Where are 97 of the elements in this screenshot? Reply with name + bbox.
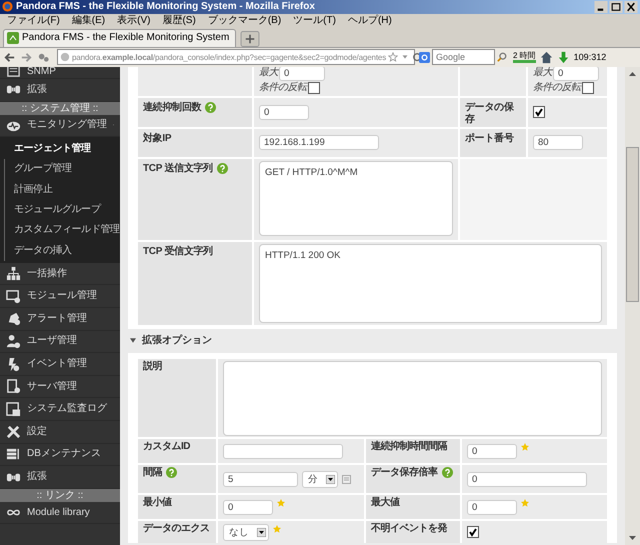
field-label: データのエクス bbox=[143, 522, 210, 535]
menu-item[interactable]: ファイル(F) bbox=[7, 15, 60, 28]
field-label: 間隔 bbox=[143, 466, 162, 479]
sidebar-subitem[interactable]: エージェント管理 bbox=[4, 139, 120, 160]
checkbox[interactable] bbox=[533, 106, 545, 118]
sidebar-subitem[interactable]: グループ管理 bbox=[4, 159, 120, 180]
field-label: 対象IP bbox=[143, 132, 172, 145]
help-icon[interactable] bbox=[442, 466, 452, 478]
sidebar-item[interactable]: Module library bbox=[0, 502, 120, 524]
field-label: 最大 bbox=[533, 67, 552, 80]
sidebar-subitem[interactable]: カスタムフィールド管理 bbox=[4, 220, 120, 241]
sidebar-item[interactable]: 設定 bbox=[0, 421, 120, 444]
sidebar-item[interactable]: アラート管理 bbox=[0, 308, 120, 331]
field-label: TCP 送信文字列 bbox=[143, 162, 213, 175]
field-label: カスタムID bbox=[143, 440, 190, 453]
favicon-icon bbox=[7, 32, 19, 44]
input-field[interactable]: 0 bbox=[467, 472, 587, 487]
menu-item[interactable]: 編集(E) bbox=[72, 15, 106, 28]
triangle-icon bbox=[130, 338, 136, 344]
menu-item[interactable]: 履歴(S) bbox=[162, 15, 196, 28]
help-icon[interactable] bbox=[216, 162, 228, 174]
window-title: Pandora FMS - the Flexible Monitoring System - Mozilla Firefox bbox=[16, 0, 316, 13]
invert-checkbox[interactable] bbox=[308, 82, 320, 94]
field-label: 条件の反転 bbox=[259, 82, 306, 94]
search-field[interactable]: Google bbox=[432, 49, 495, 66]
input-field[interactable]: 5 bbox=[223, 472, 298, 487]
sidebar-section-header: :: リンク :: bbox=[0, 488, 120, 502]
sidebar-item[interactable]: サーバ管理 bbox=[0, 376, 120, 398]
help-icon[interactable] bbox=[166, 466, 177, 478]
hierarchy-icon bbox=[6, 266, 21, 282]
unit-select[interactable]: 分 bbox=[302, 470, 338, 488]
server-icon bbox=[6, 379, 21, 394]
input-field[interactable]: 192.168.1.199 bbox=[259, 135, 379, 150]
sidebar-item[interactable]: ユーザ管理 bbox=[0, 330, 120, 354]
sidebar-item[interactable]: DBメンテナンス bbox=[0, 444, 120, 466]
input-field[interactable]: 0 bbox=[223, 500, 273, 515]
sidebar-section-header: :: システム管理 :: bbox=[0, 102, 120, 114]
field-label: データの保存 bbox=[465, 102, 515, 126]
menu-item[interactable]: ツール(T) bbox=[293, 15, 336, 28]
sidebar-subitem[interactable]: 計画停止 bbox=[4, 180, 120, 200]
search-engine-icon[interactable] bbox=[419, 52, 430, 63]
checkbox[interactable] bbox=[467, 526, 479, 538]
field-label: TCP 受信文字列 bbox=[143, 246, 213, 258]
close-icon[interactable] bbox=[624, 0, 638, 13]
back-icon[interactable] bbox=[3, 50, 16, 64]
field-label: 説明 bbox=[143, 360, 162, 373]
input-field[interactable] bbox=[223, 444, 343, 459]
database-icon bbox=[6, 446, 21, 462]
minimize-icon[interactable] bbox=[594, 0, 608, 13]
export-select[interactable]: なし bbox=[223, 524, 269, 541]
time-badge[interactable]: 2 時間 bbox=[513, 51, 536, 64]
invert-checkbox[interactable] bbox=[582, 82, 594, 94]
field-label: 連続抑制回数 bbox=[143, 102, 202, 114]
home-icon[interactable] bbox=[540, 50, 553, 64]
browser-tab[interactable]: Pandora FMS - the Flexible Monitoring System bbox=[3, 28, 236, 47]
field-label: ポート番号 bbox=[465, 132, 514, 145]
list-icon bbox=[6, 66, 21, 78]
field-label: データ保存倍率 bbox=[371, 466, 438, 479]
field-label: 最小値 bbox=[143, 496, 172, 509]
text-area[interactable]: GET / HTTP/1.0^M^M bbox=[259, 160, 453, 236]
text-area[interactable]: HTTP/1.1 200 OK bbox=[259, 244, 602, 323]
menu-item[interactable]: 表示(V) bbox=[117, 15, 150, 28]
sidebar-item[interactable]: 一括操作 bbox=[0, 262, 120, 286]
field-label: 連続抑制時間間隔 bbox=[371, 440, 447, 453]
sidebar-item[interactable]: イベント管理 bbox=[0, 353, 120, 376]
maximize-icon[interactable] bbox=[609, 0, 623, 13]
input-field[interactable]: 80 bbox=[533, 135, 583, 150]
sidebar-item[interactable]: モジュール管理 bbox=[0, 285, 120, 308]
scrollbar[interactable] bbox=[625, 66, 640, 545]
help-icon[interactable] bbox=[205, 102, 216, 113]
counter-text: 109:312 bbox=[574, 52, 606, 63]
sidebar-subitem[interactable]: モジュールグループ bbox=[4, 200, 120, 220]
sidebar-item[interactable]: システム監査ログ bbox=[0, 398, 120, 422]
search-icon[interactable] bbox=[497, 52, 507, 62]
field-label: 最大 bbox=[259, 67, 278, 80]
new-tab-icon[interactable] bbox=[240, 30, 260, 47]
max-input[interactable]: 0 bbox=[279, 66, 325, 81]
menu-item[interactable]: ヘルプ(H) bbox=[348, 15, 392, 28]
field-label: 条件の反転 bbox=[533, 82, 580, 94]
tools-icon bbox=[6, 424, 21, 440]
input-field[interactable]: 0 bbox=[467, 444, 517, 459]
field-label: 不明イベントを発 bbox=[371, 522, 447, 535]
sidebar-subitem[interactable]: データの挿入 bbox=[4, 240, 120, 261]
download-icon[interactable] bbox=[556, 50, 570, 64]
user-gear-icon bbox=[6, 334, 21, 349]
field-label: 最大値 bbox=[371, 496, 400, 509]
browser-logo-icon bbox=[2, 1, 13, 12]
monitor-gear-icon bbox=[6, 288, 21, 304]
dropdown-arrow-icon[interactable] bbox=[257, 528, 266, 537]
dropdown-arrow-icon[interactable] bbox=[326, 474, 335, 484]
scrollbar-thumb[interactable] bbox=[626, 146, 639, 302]
max-input[interactable]: 0 bbox=[553, 66, 599, 81]
sidebar-item[interactable]: SNMP bbox=[0, 66, 120, 79]
input-field[interactable]: 0 bbox=[259, 104, 309, 120]
document-icon bbox=[6, 402, 21, 417]
menu-item[interactable]: ブックマーク(B) bbox=[208, 15, 282, 28]
input-field[interactable]: 0 bbox=[467, 500, 517, 515]
